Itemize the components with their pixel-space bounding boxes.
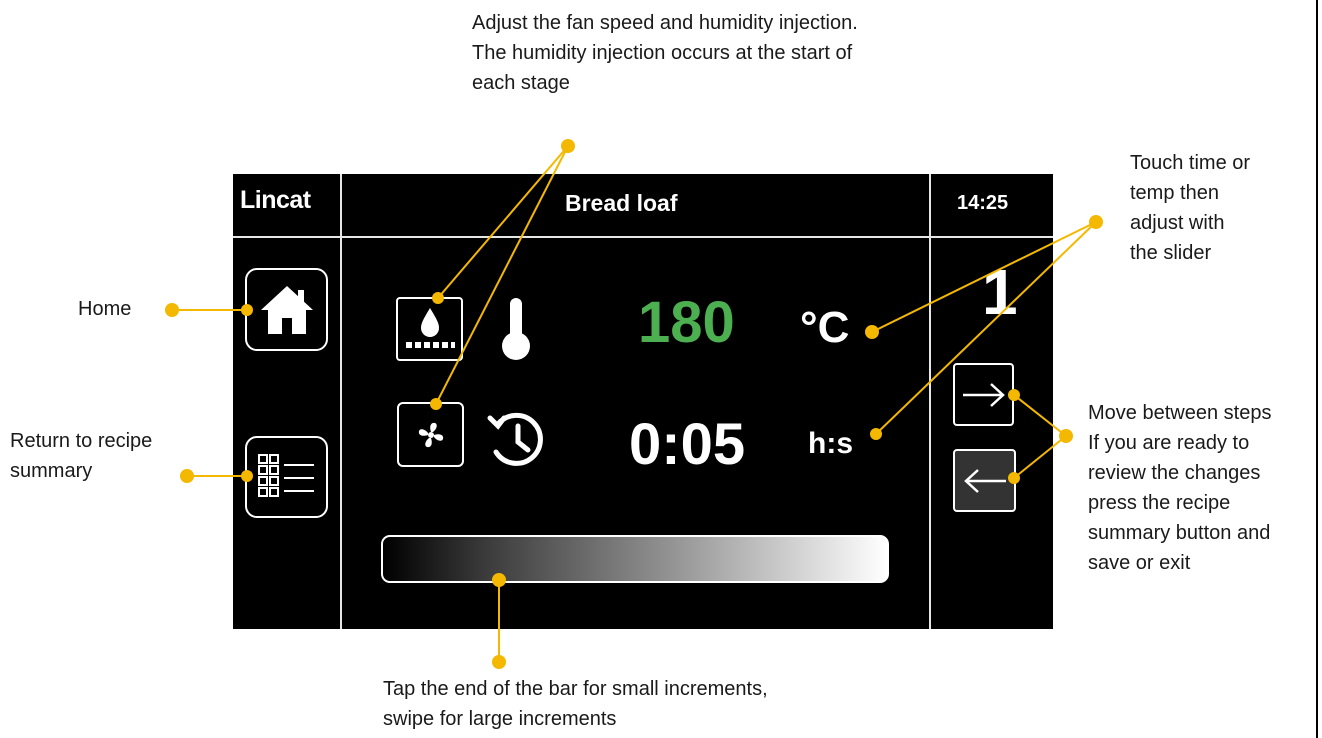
callout-dot-home	[165, 303, 179, 317]
callout-dot-steps	[1059, 429, 1073, 443]
callout-dot-prev	[1008, 472, 1020, 484]
callout-dot-time	[870, 428, 882, 440]
callout-dot-summary	[180, 469, 194, 483]
callout-dot-top	[561, 139, 575, 153]
callout-dot-next	[1008, 389, 1020, 401]
callout-dot-touch	[1089, 215, 1103, 229]
callout-dot-bottom	[492, 655, 506, 669]
callout-lines	[165, 139, 1103, 669]
callout-dot-humidity	[432, 292, 444, 304]
callout-dot-slider	[492, 573, 506, 587]
callout-dot-temp	[865, 325, 879, 339]
callout-dot-home-btn	[241, 304, 253, 316]
callout-dot-fan	[430, 398, 442, 410]
callout-dot-summary-btn	[241, 470, 253, 482]
